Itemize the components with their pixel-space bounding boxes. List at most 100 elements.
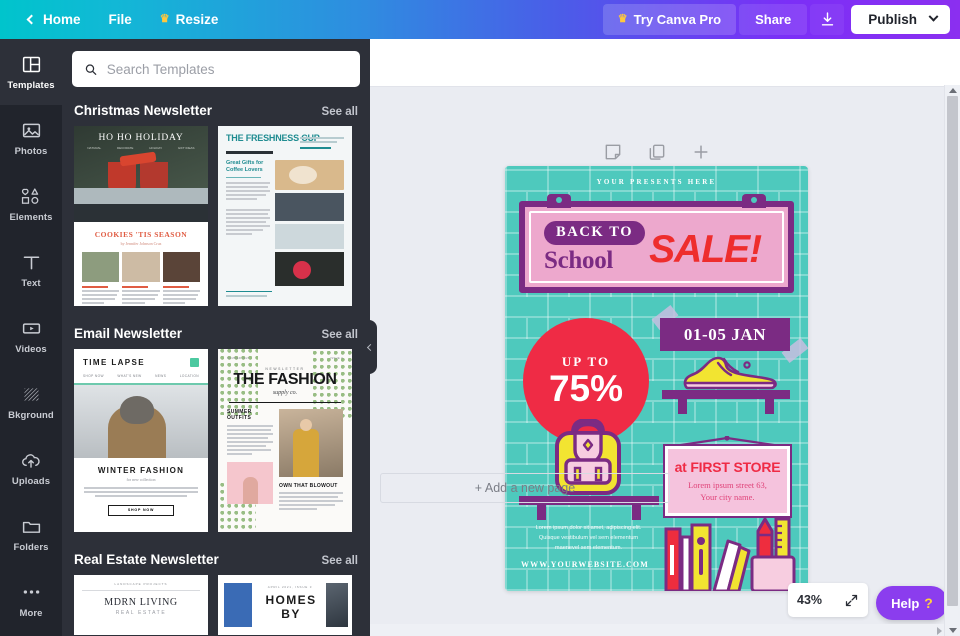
sidebar-item-elements[interactable]: Elements <box>0 171 62 237</box>
sidebar-label: More <box>19 608 43 619</box>
sidebar-item-photos[interactable]: Photos <box>0 105 62 171</box>
try-pro-label: Try Canva Pro <box>633 12 722 27</box>
page-tools <box>370 142 945 164</box>
sidebar-item-videos[interactable]: Videos <box>0 303 62 369</box>
thumbnail-row-real-estate: LANDSCAPE PROJECTS MDRN LIVING REAL ESTA… <box>62 575 370 636</box>
sidebar-item-uploads[interactable]: Uploads <box>0 435 62 501</box>
template-thumb-mdrn-living[interactable]: LANDSCAPE PROJECTS MDRN LIVING REAL ESTA… <box>74 575 208 635</box>
template-thumb-freshness-cup[interactable]: THE FRESHNESS CUP Great Gifts for Coffee… <box>218 126 352 306</box>
thumb-sub: REAL ESTATE <box>115 610 167 616</box>
left-icon-rail: Templates Photos Elements Text Videos Bk… <box>0 39 62 636</box>
home-label: Home <box>43 12 81 27</box>
sidebar-label: Folders <box>13 542 49 553</box>
publish-button[interactable]: Publish <box>851 5 950 34</box>
store-info-box: at FIRST STORE Lorem ipsum street 63, Yo… <box>663 444 792 518</box>
resize-label: Resize <box>175 12 219 27</box>
horizontal-scrollbar[interactable] <box>370 624 960 636</box>
thumb-kicker: LANDSCAPE PROJECTS <box>114 582 168 586</box>
canvas-toolbar <box>370 39 960 87</box>
question-mark-icon: ? <box>924 595 933 611</box>
home-button[interactable]: Home <box>14 6 95 33</box>
thumb-script: supply co. <box>272 389 298 396</box>
publish-label: Publish <box>868 12 917 27</box>
sidebar-label: Elements <box>9 212 53 223</box>
sidebar-item-more[interactable]: More <box>0 567 62 633</box>
sneaker-illustration <box>683 356 777 390</box>
triangle-up-icon <box>949 88 957 93</box>
add-page-icon[interactable] <box>691 142 713 164</box>
folders-icon <box>21 515 42 537</box>
section-header-email: Email Newsletter See all <box>62 320 370 349</box>
collapse-panel-button[interactable] <box>362 320 377 374</box>
background-icon <box>21 383 42 405</box>
sidebar-item-text[interactable]: Text <box>0 237 62 303</box>
top-bar-left-group: Home File ♛ Resize <box>0 6 232 33</box>
thumb-title: MDRN LIVING <box>104 597 178 608</box>
thumb-title: HOMES BY <box>265 593 317 621</box>
sidebar-label: Videos <box>15 344 47 355</box>
file-menu-button[interactable]: File <box>95 6 146 33</box>
thumbnail-row-email: TIME LAPSE SHOP NOW WHAT'S NEW NEWS LOCA… <box>62 349 370 546</box>
sidebar-label: Templates <box>7 80 55 91</box>
percent-text: 75% <box>548 367 624 409</box>
template-thumb-time-lapse[interactable]: TIME LAPSE SHOP NOW WHAT'S NEW NEWS LOCA… <box>74 349 208 532</box>
try-canva-pro-button[interactable]: ♛ Try Canva Pro <box>602 4 737 35</box>
sign-hook-right <box>742 194 766 208</box>
search-input[interactable] <box>106 61 348 77</box>
blurb-text: Lorem ipsum dolor sit amet, adipiscing e… <box>521 524 656 553</box>
crown-icon: ♛ <box>617 13 628 25</box>
store-address: Lorem ipsum street 63, Your city name. <box>688 479 767 504</box>
sign-inner-frame: BACK TO School SALE! <box>529 211 784 283</box>
scroll-down-arrow[interactable] <box>945 625 960 636</box>
thumbnail-row-christmas: HO HO HOLIDAY NATURAL DECORATE HOLIDAY GIFT… <box>62 126 370 320</box>
store-title: at FIRST STORE <box>674 458 781 475</box>
website-text: WWW.YOURWEBSITE.COM <box>521 560 649 569</box>
sidebar-label: Text <box>21 278 41 289</box>
template-thumb-ho-ho-holiday[interactable]: HO HO HOLIDAY NATURAL DECORATE HOLIDAY GIFT… <box>74 126 208 306</box>
design-page-1[interactable]: YOUR PRESENTS HERE BACK TO School SALE! … <box>505 166 808 591</box>
template-thumb-the-fashion[interactable]: SUMMER 2021 ISSUE 3 NEWSLETTER THE FASHIO… <box>218 349 352 532</box>
see-all-link-email[interactable]: See all <box>322 329 358 341</box>
sidebar-label: Uploads <box>11 476 51 487</box>
templates-panel: Christmas Newsletter See all HO HO HOLID… <box>62 39 370 636</box>
duplicate-page-icon[interactable] <box>647 142 669 164</box>
section-header-real-estate: Real Estate Newsletter See all <box>62 546 370 575</box>
search-icon <box>85 63 97 75</box>
sidebar-item-templates[interactable]: Templates <box>0 39 62 105</box>
blurb-line3: maenevel sem elementum. <box>554 544 623 551</box>
search-box[interactable] <box>72 51 360 87</box>
template-thumb-homes-by[interactable]: APRIL 2021, ISSUE 3 HOMES BY <box>218 575 352 635</box>
scroll-up-arrow[interactable] <box>945 85 960 96</box>
see-all-link-real-estate[interactable]: See all <box>322 555 358 567</box>
see-all-link-christmas[interactable]: See all <box>322 106 358 118</box>
store-address-line2: Your city name. <box>700 492 755 502</box>
thumb-h2: OWN THAT BLOWOUT <box>279 483 338 490</box>
chevron-down-icon <box>928 11 939 22</box>
expand-arrows-icon[interactable] <box>844 593 859 608</box>
sidebar-item-bkground[interactable]: Bkground <box>0 369 62 435</box>
vertical-scrollbar[interactable] <box>944 85 960 636</box>
thumb-h1: SUMMER OUTFITS <box>227 409 252 422</box>
section-header-christmas: Christmas Newsletter See all <box>62 97 370 126</box>
thumb-cta-button[interactable]: SHOP NOW <box>108 504 174 516</box>
presents-text: YOUR PRESENTS HERE <box>596 178 717 186</box>
download-button[interactable] <box>810 4 845 35</box>
books-and-supplies-illustration <box>664 517 796 591</box>
zoom-control[interactable]: 43% <box>788 583 868 617</box>
resize-button[interactable]: ♛ Resize <box>146 6 233 33</box>
chevron-left-icon <box>26 14 37 25</box>
chevron-left-icon <box>366 343 375 351</box>
vertical-scrollbar-thumb[interactable] <box>947 96 958 606</box>
back-to-badge: BACK TO <box>544 221 646 245</box>
sale-sign: BACK TO School SALE! <box>519 194 794 293</box>
zoom-level-value: 43% <box>797 593 823 607</box>
help-button[interactable]: Help ? <box>876 586 948 620</box>
thumb-title: THE FASHION <box>233 371 337 388</box>
add-new-page-button[interactable]: + Add a new page <box>380 473 670 503</box>
sidebar-item-folders[interactable]: Folders <box>0 501 62 567</box>
videos-icon <box>21 317 42 339</box>
share-button[interactable]: Share <box>739 4 808 35</box>
thumb-kicker: APRIL 2021, ISSUE 3 <box>267 585 313 589</box>
thumb-byline: by Jennifer Johnson Cruz <box>120 241 162 246</box>
add-note-icon[interactable] <box>603 142 625 164</box>
